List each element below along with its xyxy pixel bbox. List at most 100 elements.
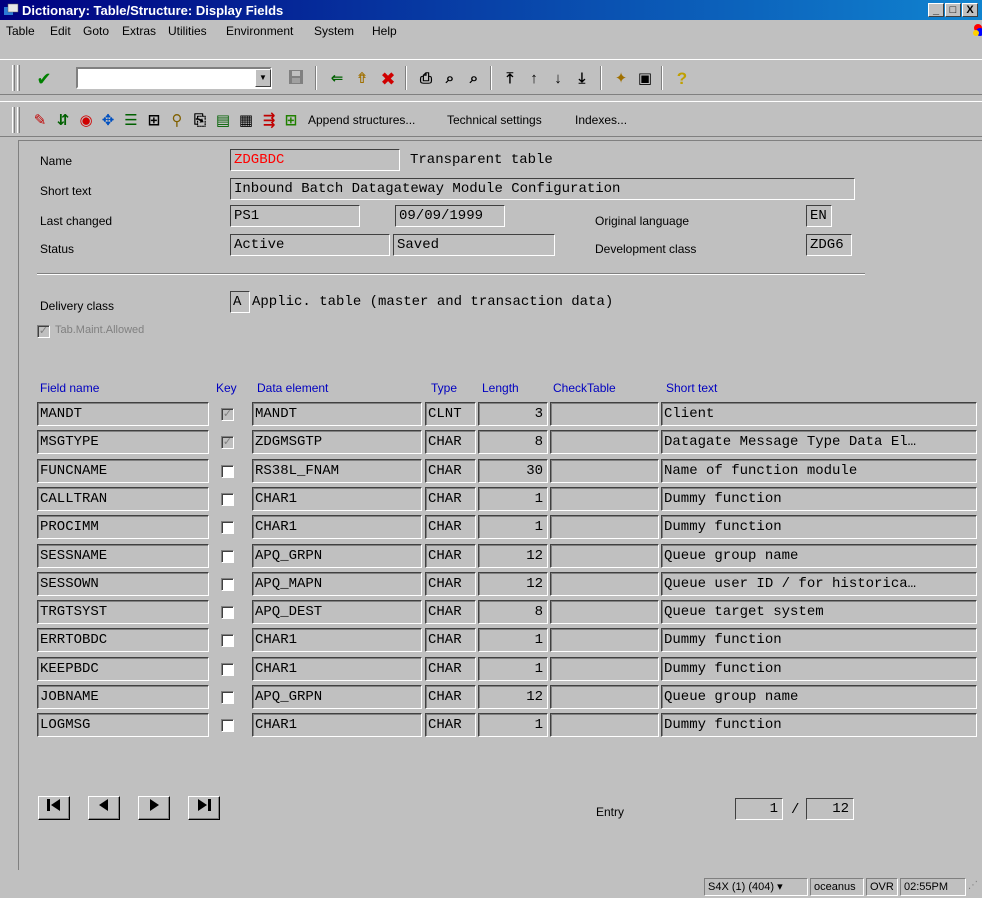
last-changed-user-field[interactable]: PS1: [230, 205, 360, 227]
length-cell[interactable]: 1: [478, 657, 548, 681]
sap-window-icon[interactable]: [3, 2, 19, 18]
back-arrow-icon[interactable]: ⇐: [327, 69, 347, 89]
menu-environment[interactable]: Environment: [226, 24, 293, 38]
field-name-cell[interactable]: ERRTOBDC: [37, 628, 209, 652]
save-icon[interactable]: [286, 69, 306, 89]
key-checkbox[interactable]: [221, 719, 234, 732]
field-name-cell[interactable]: CALLTRAN: [37, 487, 209, 511]
type-cell[interactable]: CHAR: [425, 657, 476, 681]
short-text-cell[interactable]: Dummy function: [661, 713, 977, 737]
data-element-cell[interactable]: CHAR1: [252, 713, 422, 737]
key-checkbox[interactable]: [221, 634, 234, 647]
system-info[interactable]: S4X (1) (404) ▾: [704, 878, 808, 896]
exit-up-icon[interactable]: ⇮: [352, 69, 372, 89]
contents-icon[interactable]: ▤: [213, 111, 233, 131]
key-checkbox[interactable]: [221, 691, 234, 704]
search-help-icon[interactable]: ⇶: [259, 111, 279, 131]
technical-settings-button[interactable]: Technical settings: [447, 113, 542, 127]
type-cell[interactable]: CHAR: [425, 430, 476, 454]
activate-icon[interactable]: ✥: [98, 111, 118, 131]
utilities-icon[interactable]: ▦: [236, 111, 256, 131]
menu-help[interactable]: Help: [372, 24, 397, 38]
length-cell[interactable]: 1: [478, 713, 548, 737]
type-cell[interactable]: CHAR: [425, 713, 476, 737]
data-element-cell[interactable]: CHAR1: [252, 487, 422, 511]
type-cell[interactable]: CHAR: [425, 544, 476, 568]
field-name-cell[interactable]: TRGTSYST: [37, 600, 209, 624]
length-cell[interactable]: 8: [478, 600, 548, 624]
tab-maint-checkbox[interactable]: ✓: [37, 325, 50, 338]
check-table-cell[interactable]: [550, 459, 659, 483]
previous-entry-button[interactable]: [88, 796, 120, 820]
menu-utilities[interactable]: Utilities: [168, 24, 207, 38]
close-button[interactable]: X: [962, 3, 978, 17]
type-cell[interactable]: CHAR: [425, 685, 476, 709]
key-checkbox[interactable]: ✓: [221, 436, 234, 449]
development-class-field[interactable]: ZDG6: [806, 234, 852, 256]
short-text-cell[interactable]: Dummy function: [661, 657, 977, 681]
data-element-cell[interactable]: CHAR1: [252, 657, 422, 681]
data-element-cell[interactable]: ZDGMSGTP: [252, 430, 422, 454]
object-list-icon[interactable]: ⊞: [144, 111, 164, 131]
check-icon[interactable]: ◉: [76, 111, 96, 131]
find-icon[interactable]: ⌕: [440, 69, 460, 89]
last-entry-button[interactable]: [188, 796, 220, 820]
field-name-cell[interactable]: FUNCNAME: [37, 459, 209, 483]
menu-system[interactable]: System: [314, 24, 354, 38]
key-checkbox[interactable]: [221, 606, 234, 619]
check-table-cell[interactable]: [550, 430, 659, 454]
insert-mode[interactable]: OVR: [866, 878, 898, 896]
entry-current-field[interactable]: 1: [735, 798, 783, 820]
check-table-cell[interactable]: [550, 628, 659, 652]
length-cell[interactable]: 8: [478, 430, 548, 454]
key-checkbox[interactable]: [221, 493, 234, 506]
foreign-keys-icon[interactable]: ⊞: [281, 111, 301, 131]
first-entry-button[interactable]: [38, 796, 70, 820]
check-table-cell[interactable]: [550, 402, 659, 426]
field-name-cell[interactable]: SESSOWN: [37, 572, 209, 596]
check-table-cell[interactable]: [550, 685, 659, 709]
create-session-icon[interactable]: ✦: [611, 69, 631, 89]
type-cell[interactable]: CLNT: [425, 402, 476, 426]
menu-edit[interactable]: Edit: [50, 24, 71, 38]
table-name-field[interactable]: ZDGBDC: [230, 149, 400, 171]
data-element-cell[interactable]: APQ_MAPN: [252, 572, 422, 596]
help-icon[interactable]: ?: [672, 69, 692, 89]
documentation-icon[interactable]: ⚲: [167, 111, 187, 131]
field-name-cell[interactable]: MSGTYPE: [37, 430, 209, 454]
find-next-icon[interactable]: ⌕: [464, 69, 484, 89]
short-text-cell[interactable]: Client: [661, 402, 977, 426]
display-change-icon[interactable]: ✎: [30, 111, 50, 131]
length-cell[interactable]: 1: [478, 628, 548, 652]
next-entry-button[interactable]: [138, 796, 170, 820]
last-page-icon[interactable]: ⤓: [572, 69, 592, 89]
key-checkbox[interactable]: [221, 521, 234, 534]
shortcut-icon[interactable]: ▣: [635, 69, 655, 89]
print-icon[interactable]: ⎙: [416, 69, 436, 89]
check-table-cell[interactable]: [550, 515, 659, 539]
short-text-cell[interactable]: Queue group name: [661, 544, 977, 568]
data-element-cell[interactable]: MANDT: [252, 402, 422, 426]
length-cell[interactable]: 30: [478, 459, 548, 483]
short-text-cell[interactable]: Dummy function: [661, 487, 977, 511]
length-cell[interactable]: 3: [478, 402, 548, 426]
key-checkbox[interactable]: [221, 550, 234, 563]
next-page-icon[interactable]: ↓: [548, 69, 568, 89]
type-cell[interactable]: CHAR: [425, 628, 476, 652]
data-element-cell[interactable]: APQ_DEST: [252, 600, 422, 624]
menu-table[interactable]: Table: [6, 24, 35, 38]
append-structures-button[interactable]: Append structures...: [308, 113, 415, 127]
data-element-cell[interactable]: RS38L_FNAM: [252, 459, 422, 483]
data-element-cell[interactable]: APQ_GRPN: [252, 685, 422, 709]
short-text-cell[interactable]: Dummy function: [661, 628, 977, 652]
delivery-class-field[interactable]: A: [230, 291, 250, 313]
type-cell[interactable]: CHAR: [425, 600, 476, 624]
short-text-cell[interactable]: Queue user ID / for historica…: [661, 572, 977, 596]
check-table-cell[interactable]: [550, 487, 659, 511]
command-history-dropdown[interactable]: ▼: [255, 69, 271, 87]
short-text-cell[interactable]: Datagate Message Type Data El…: [661, 430, 977, 454]
field-name-cell[interactable]: MANDT: [37, 402, 209, 426]
type-cell[interactable]: CHAR: [425, 459, 476, 483]
saved-status-field[interactable]: Saved: [393, 234, 555, 256]
short-text-cell[interactable]: Queue group name: [661, 685, 977, 709]
